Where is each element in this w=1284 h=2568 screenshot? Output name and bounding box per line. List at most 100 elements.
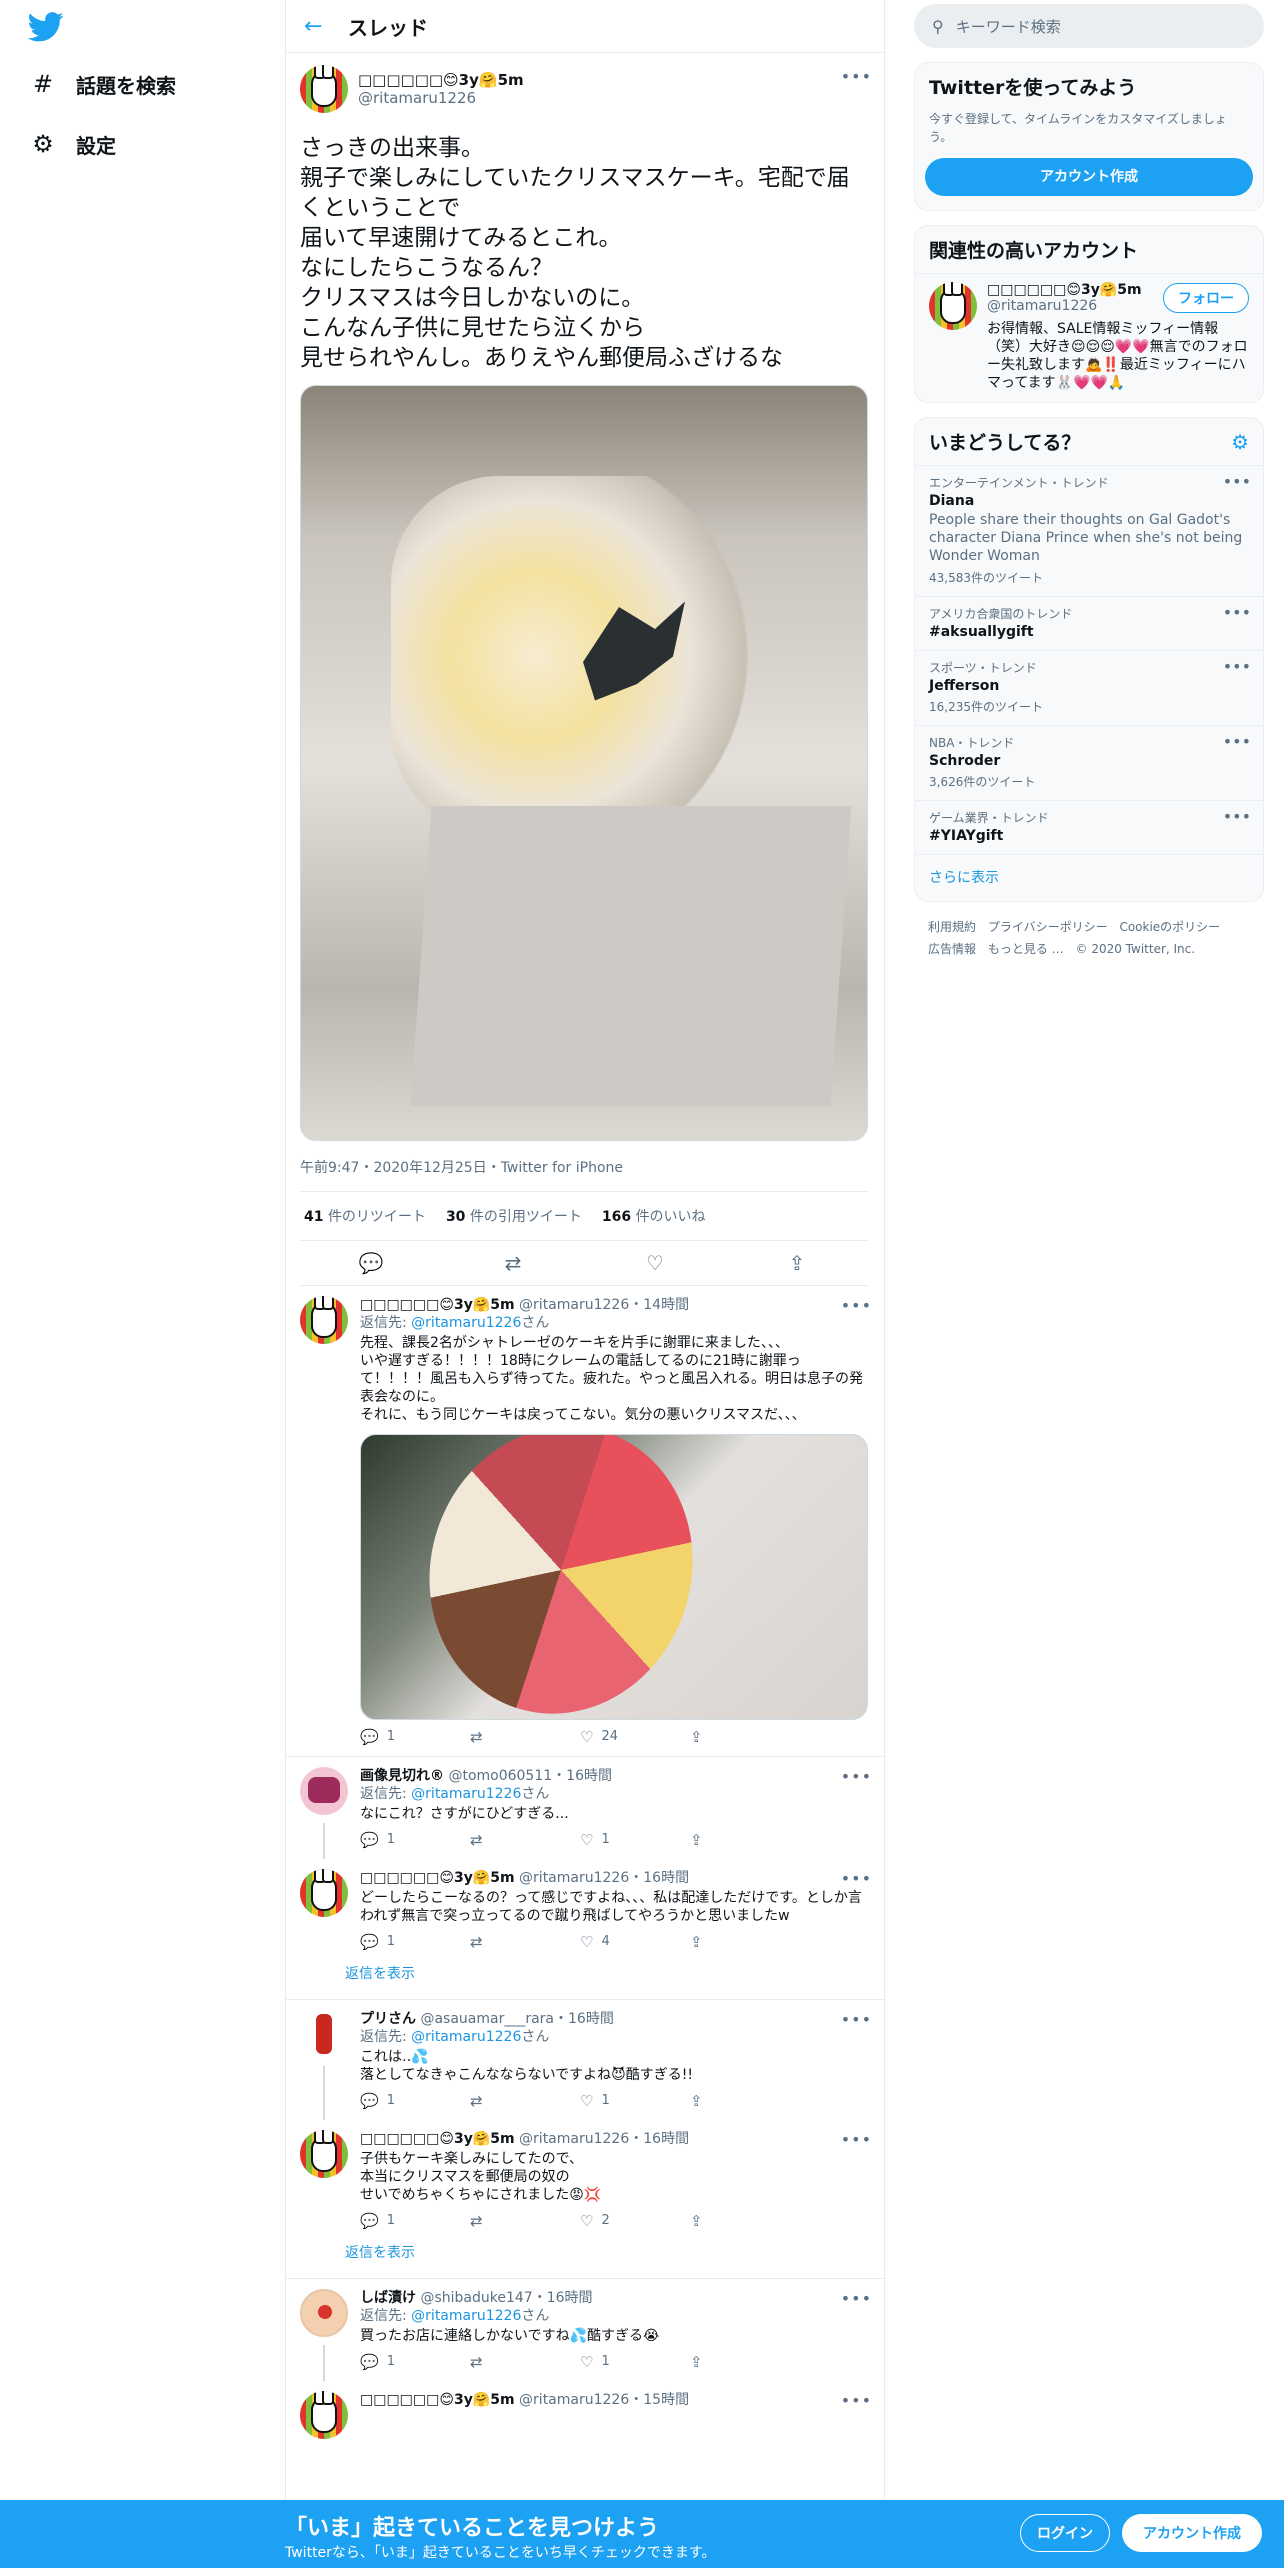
more-icon[interactable]: •••: [1223, 732, 1251, 751]
reply-tweet[interactable]: □□□□□□😊3y🤗5m @ritamaru1226・16時間 子供もケーキ楽し…: [286, 2120, 884, 2240]
more-icon[interactable]: •••: [1223, 472, 1251, 491]
retweet-button[interactable]: ⇄: [470, 1933, 580, 1951]
author-name[interactable]: □□□□□□😊3y🤗5m: [358, 71, 524, 89]
share-button[interactable]: ⇪: [690, 1831, 800, 1849]
reply-to-link[interactable]: @ritamaru1226: [411, 1786, 521, 1802]
reply-author-handle[interactable]: @shibaduke147: [420, 2290, 532, 2306]
avatar[interactable]: [300, 2130, 348, 2178]
more-icon[interactable]: •••: [841, 67, 872, 86]
like-button[interactable]: ♡ 1: [580, 1831, 690, 1849]
tweet-timestamp[interactable]: 午前9:47・2020年12月25日・Twitter for iPhone: [300, 1157, 868, 1192]
search-input[interactable]: ⚲ キーワード検索: [914, 4, 1264, 48]
quote-count[interactable]: 30 件の引用ツイート: [446, 1206, 582, 1226]
twitter-logo-icon[interactable]: [28, 12, 64, 42]
like-button[interactable]: ♡ 2: [580, 2212, 690, 2230]
reply-author-name[interactable]: プリさん: [360, 2011, 416, 2027]
avatar[interactable]: [300, 1869, 348, 1917]
reply-button[interactable]: 💬 1: [360, 1728, 470, 1746]
footer-link[interactable]: もっと見る …: [988, 942, 1064, 956]
avatar[interactable]: [300, 65, 348, 113]
retweet-button[interactable]: ⇄: [470, 2212, 580, 2230]
account-handle[interactable]: @ritamaru1226: [987, 298, 1142, 314]
more-icon[interactable]: •••: [841, 2391, 872, 2410]
reply-tweet[interactable]: □□□□□□😊3y🤗5m @ritamaru1226・15時間 •••: [286, 2381, 884, 2449]
reply-time[interactable]: ・16時間: [629, 2131, 689, 2147]
reply-button[interactable]: 💬 1: [360, 1933, 470, 1951]
reply-time[interactable]: ・14時間: [629, 1297, 689, 1313]
footer-link[interactable]: 広告情報: [928, 942, 976, 956]
trend-item[interactable]: エンターテインメント・トレンド Diana People share their…: [915, 465, 1263, 596]
create-account-button[interactable]: アカウント作成: [925, 158, 1253, 196]
retweet-button[interactable]: ⇄: [470, 1831, 580, 1849]
more-icon[interactable]: •••: [841, 2010, 872, 2029]
reply-photo[interactable]: [360, 1434, 868, 1720]
share-icon[interactable]: ⇪: [777, 1251, 817, 1275]
avatar[interactable]: [300, 2391, 348, 2439]
gear-icon[interactable]: ⚙: [1231, 430, 1249, 454]
main-tweet[interactable]: □□□□□□😊3y🤗5m @ritamaru1226 ••• さっきの出来事。 …: [286, 53, 884, 1286]
share-button[interactable]: ⇪: [690, 1728, 800, 1746]
avatar[interactable]: [300, 1767, 348, 1815]
reply-tweet[interactable]: 画像見切れ® @tomo060511・16時間 返信先: @ritamaru12…: [286, 1757, 884, 1859]
more-icon[interactable]: •••: [841, 1296, 872, 1315]
reply-author-handle[interactable]: @ritamaru1226: [519, 1297, 629, 1313]
nav-explore[interactable]: # 話題を検索: [28, 64, 176, 104]
retweet-icon[interactable]: ⇄: [493, 1251, 533, 1275]
reply-time[interactable]: ・15時間: [629, 2392, 689, 2408]
reply-to-link[interactable]: @ritamaru1226: [411, 2029, 521, 2045]
reply-to-link[interactable]: @ritamaru1226: [411, 2308, 521, 2324]
retweet-button[interactable]: ⇄: [470, 2353, 580, 2371]
like-button[interactable]: ♡ 1: [580, 2353, 690, 2371]
more-icon[interactable]: •••: [841, 1767, 872, 1786]
reply-to-link[interactable]: @ritamaru1226: [411, 1315, 521, 1331]
more-icon[interactable]: •••: [1223, 807, 1251, 826]
trend-item[interactable]: ゲーム業界・トレンド #YIAYgift •••: [915, 800, 1263, 854]
back-arrow-icon[interactable]: ←: [304, 14, 340, 39]
reply-author-name[interactable]: □□□□□□😊3y🤗5m: [360, 1297, 515, 1313]
reply-tweet[interactable]: プリさん @asauamar___rara・16時間 返信先: @ritamar…: [286, 2000, 884, 2120]
retweet-button[interactable]: ⇄: [470, 2092, 580, 2110]
retweet-button[interactable]: ⇄: [470, 1728, 580, 1746]
reply-time[interactable]: ・16時間: [552, 1768, 612, 1784]
like-button[interactable]: ♡ 4: [580, 1933, 690, 1951]
like-icon[interactable]: ♡: [635, 1251, 675, 1275]
reply-author-handle[interactable]: @ritamaru1226: [519, 2392, 629, 2408]
login-button[interactable]: ログイン: [1020, 2514, 1110, 2552]
reply-icon[interactable]: 💬: [351, 1251, 391, 1275]
reply-time[interactable]: ・16時間: [533, 2290, 593, 2306]
trend-item[interactable]: アメリカ合衆国のトレンド #aksuallygift •••: [915, 596, 1263, 650]
show-replies-link[interactable]: 返信を表示: [286, 2240, 884, 2279]
reply-time[interactable]: ・16時間: [554, 2011, 614, 2027]
reply-button[interactable]: 💬 1: [360, 2353, 470, 2371]
reply-button[interactable]: 💬 1: [360, 1831, 470, 1849]
footer-link[interactable]: Cookieのポリシー: [1119, 920, 1220, 934]
reply-time[interactable]: ・16時間: [629, 1870, 689, 1886]
show-more-link[interactable]: さらに表示: [915, 854, 1263, 901]
trend-item[interactable]: NBA・トレンド Schroder 3,626件のツイート •••: [915, 725, 1263, 800]
reply-author-handle[interactable]: @tomo060511: [448, 1768, 552, 1784]
reply-author-name[interactable]: しば漬け: [360, 2290, 416, 2306]
share-button[interactable]: ⇪: [690, 1933, 800, 1951]
like-count[interactable]: 166 件のいいね: [602, 1206, 706, 1226]
footer-link[interactable]: 利用規約: [928, 920, 976, 934]
reply-author-handle[interactable]: @ritamaru1226: [519, 2131, 629, 2147]
relevant-account[interactable]: □□□□□□😊3y🤗5m @ritamaru1226 フォロー お得情報、SAL…: [915, 273, 1263, 402]
retweet-count[interactable]: 41 件のリツイート: [304, 1206, 426, 1226]
account-name[interactable]: □□□□□□😊3y🤗5m: [987, 282, 1142, 298]
reply-author-handle[interactable]: @asauamar___rara: [420, 2011, 554, 2027]
reply-author-name[interactable]: 画像見切れ®: [360, 1768, 444, 1784]
reply-author-name[interactable]: □□□□□□😊3y🤗5m: [360, 2131, 515, 2147]
reply-author-name[interactable]: □□□□□□😊3y🤗5m: [360, 1870, 515, 1886]
reply-tweet[interactable]: □□□□□□😊3y🤗5m @ritamaru1226・16時間 どーしたらこーな…: [286, 1859, 884, 1961]
more-icon[interactable]: •••: [1223, 603, 1251, 622]
avatar[interactable]: [300, 1296, 348, 1344]
like-button[interactable]: ♡ 1: [580, 2092, 690, 2110]
signup-button[interactable]: アカウント作成: [1122, 2514, 1262, 2552]
avatar[interactable]: [929, 282, 977, 330]
like-button[interactable]: ♡ 24: [580, 1728, 690, 1746]
avatar[interactable]: [300, 2289, 348, 2337]
follow-button[interactable]: フォロー: [1163, 283, 1249, 313]
show-replies-link[interactable]: 返信を表示: [286, 1961, 884, 2000]
avatar[interactable]: [300, 2010, 348, 2058]
more-icon[interactable]: •••: [1223, 657, 1251, 676]
